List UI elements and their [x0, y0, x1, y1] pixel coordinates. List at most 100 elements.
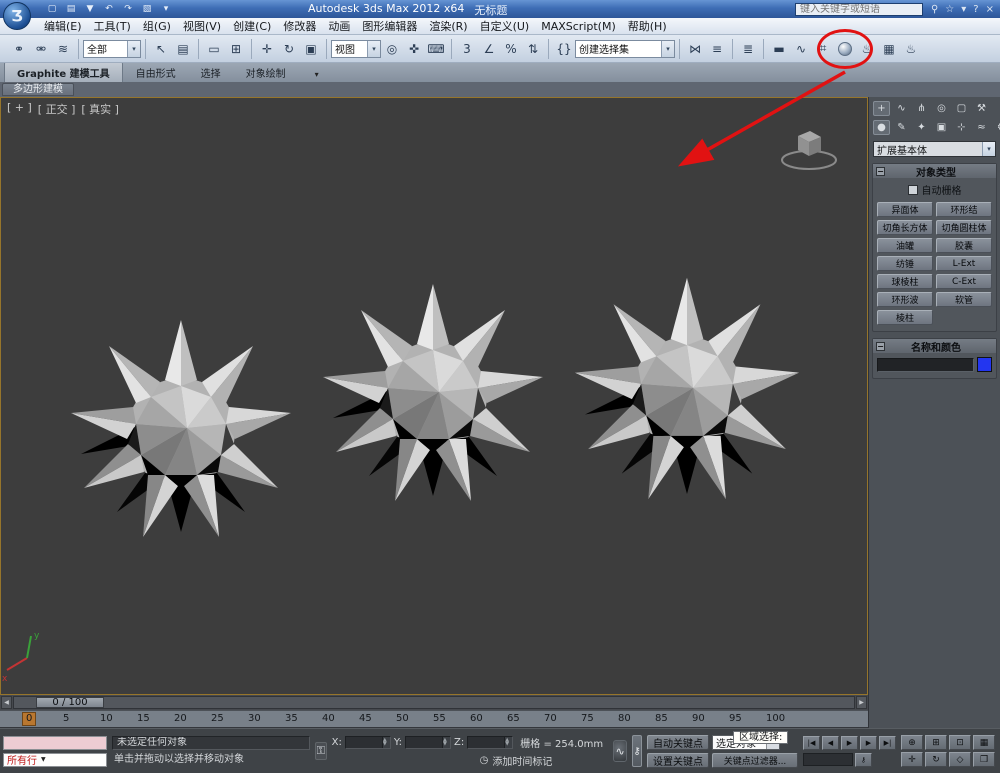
menu-item-9[interactable]: 自定义(U): [474, 18, 536, 34]
collapse-icon[interactable]: −: [876, 341, 885, 351]
layer-manager-icon[interactable]: ≣: [738, 39, 758, 59]
key-filters-button[interactable]: 关键点过滤器...: [712, 752, 798, 768]
new-file-icon[interactable]: ▢: [44, 2, 60, 16]
chevron-down-icon[interactable]: ▾: [661, 40, 674, 57]
chevron-down-icon[interactable]: ▼: [41, 756, 46, 763]
align-icon[interactable]: ≡: [707, 39, 727, 59]
select-object-icon[interactable]: ↖: [151, 39, 171, 59]
tab-motion-icon[interactable]: ◎: [933, 101, 950, 116]
track-bar[interactable]: 0 5 10 15 20 25 30 35 40 45 50 55 60 65 70 75 80 85 90 95 10…: [0, 710, 868, 728]
tab-modify-icon[interactable]: ∿: [893, 101, 910, 116]
name-color-rollout-header[interactable]: − 名称和颜色: [873, 339, 996, 354]
workspace-dropdown-icon[interactable]: ▾: [158, 2, 174, 16]
autogrid-checkbox[interactable]: [907, 184, 918, 195]
viewport-shading-menu[interactable]: [ 真实 ]: [81, 101, 119, 117]
select-and-manipulate-icon[interactable]: ✜: [404, 39, 424, 59]
viewport[interactable]: [ + ] [ 正交 ] [ 真实 ] x y: [0, 97, 868, 695]
zoom-extents-icon[interactable]: ⊡: [949, 735, 971, 750]
spinner-icon[interactable]: ▲ ▼: [381, 736, 390, 748]
search-input[interactable]: [794, 2, 923, 16]
category-cameras-icon[interactable]: ▣: [933, 120, 950, 135]
category-systems-icon[interactable]: ⚙: [993, 120, 1000, 135]
previous-frame-arrow[interactable]: ◀: [1, 696, 12, 709]
viewport-general-menu[interactable]: [ + ]: [7, 101, 32, 117]
material-editor-icon[interactable]: [817, 28, 873, 69]
zoom-icon[interactable]: ⊕: [901, 735, 923, 750]
primitive-category-combo[interactable]: 扩展基本体 ▾: [873, 141, 996, 157]
bind-to-space-warp-icon[interactable]: ≋: [53, 39, 73, 59]
select-and-rotate-icon[interactable]: ↻: [279, 39, 299, 59]
collapse-icon[interactable]: −: [876, 166, 885, 176]
select-and-link-icon[interactable]: ⚭: [9, 39, 29, 59]
zoom-all-icon[interactable]: ⊞: [925, 735, 947, 750]
object-type-button-12[interactable]: 棱柱: [877, 310, 933, 325]
mirror-icon[interactable]: ⋈: [685, 39, 705, 59]
zoom-extents-all-icon[interactable]: ▦: [973, 735, 995, 750]
rendered-frame-window-icon[interactable]: ▦: [879, 39, 899, 59]
object-type-button-1[interactable]: 环形结: [936, 202, 992, 217]
snap-toggle-3d-icon[interactable]: 3: [457, 39, 477, 59]
object-type-button-8[interactable]: 球棱柱: [877, 274, 933, 289]
menu-item-4[interactable]: 创建(C): [227, 18, 277, 34]
menu-item-3[interactable]: 视图(V): [177, 18, 227, 34]
menu-item-7[interactable]: 图形编辑器: [356, 18, 423, 34]
object-type-button-3[interactable]: 切角圆柱体: [936, 220, 992, 235]
category-lights-icon[interactable]: ✦: [913, 120, 930, 135]
project-folder-icon[interactable]: ▧: [139, 2, 155, 16]
set-key-button[interactable]: 设置关键点: [647, 752, 709, 768]
default-key-tangent-button[interactable]: ∿: [613, 740, 628, 762]
current-frame-field[interactable]: [803, 752, 853, 766]
time-slider-grip[interactable]: 0 / 100: [36, 697, 104, 708]
add-time-tag[interactable]: ◷ 添加时间标记: [332, 753, 603, 768]
menu-item-1[interactable]: 工具(T): [88, 18, 137, 34]
object-type-button-11[interactable]: 软管: [936, 292, 992, 307]
named-selection-sets-combo[interactable]: 创建选择集 ▾: [575, 39, 675, 58]
object-type-button-6[interactable]: 纺锤: [877, 256, 933, 271]
redo-icon[interactable]: ↷: [120, 2, 136, 16]
chevron-down-icon[interactable]: ▾: [982, 142, 995, 156]
object-type-button-10[interactable]: 环形波: [877, 292, 933, 307]
listener-line[interactable]: 所有行 ▼: [3, 752, 107, 767]
unlink-selection-icon[interactable]: ⚮: [31, 39, 51, 59]
ribbon-tab-2[interactable]: 选择: [189, 62, 233, 82]
ribbon-subtab-polygon-modeling[interactable]: 多边形建模: [2, 83, 74, 96]
edit-named-selection-sets-icon[interactable]: {}: [554, 39, 574, 59]
open-file-icon[interactable]: ▤: [63, 2, 79, 16]
menu-item-8[interactable]: 渲染(R): [423, 18, 473, 34]
object-type-button-5[interactable]: 胶囊: [936, 238, 992, 253]
star-icon[interactable]: ☆: [945, 2, 954, 16]
object-type-button-0[interactable]: 异面体: [877, 202, 933, 217]
set-key-mode-button[interactable]: ⚷: [632, 735, 642, 767]
angle-snap-icon[interactable]: ∠: [479, 39, 499, 59]
render-production-icon[interactable]: ♨: [901, 39, 921, 59]
pan-icon[interactable]: ✛: [901, 752, 923, 767]
object-type-button-7[interactable]: L-Ext: [936, 256, 992, 271]
reference-coordinate-combo[interactable]: 视图 ▾: [331, 39, 381, 58]
chevron-down-icon[interactable]: ▾: [961, 2, 966, 16]
selection-filter-combo[interactable]: 全部 ▾: [83, 39, 141, 58]
auto-key-button[interactable]: 自动关键点: [647, 734, 709, 750]
schematic-view-icon[interactable]: ⌗: [813, 39, 833, 59]
fov-icon[interactable]: ◇: [949, 752, 971, 767]
object-name-input[interactable]: [877, 357, 974, 372]
star-object-3[interactable]: [574, 277, 800, 500]
ribbon-tab-1[interactable]: 自由形式: [124, 62, 188, 82]
category-spacewarps-icon[interactable]: ≈: [973, 120, 990, 135]
spinner-icon[interactable]: ▲ ▼: [442, 736, 451, 748]
star-object-1[interactable]: [71, 320, 291, 537]
menu-item-10[interactable]: MAXScript(M): [535, 18, 622, 34]
help-icon[interactable]: ?: [973, 2, 978, 16]
render-setup-icon[interactable]: ♨: [857, 39, 877, 59]
go-to-start-button[interactable]: |◀: [803, 735, 820, 750]
time-slider-track[interactable]: 0 / 100: [13, 696, 855, 709]
coord-field-2[interactable]: ▲ ▼: [467, 735, 514, 749]
close-icon[interactable]: ×: [986, 2, 994, 16]
object-type-rollout-header[interactable]: − 对象类型: [873, 164, 996, 179]
category-helpers-icon[interactable]: ⊹: [953, 120, 970, 135]
next-frame-arrow[interactable]: ▶: [856, 696, 867, 709]
maximize-viewport-icon[interactable]: ❒: [973, 752, 995, 767]
menu-item-6[interactable]: 动画: [322, 18, 356, 34]
star-object-2[interactable]: [323, 284, 543, 501]
coord-field-1[interactable]: ▲ ▼: [405, 735, 452, 749]
category-shapes-icon[interactable]: ✎: [893, 120, 910, 135]
